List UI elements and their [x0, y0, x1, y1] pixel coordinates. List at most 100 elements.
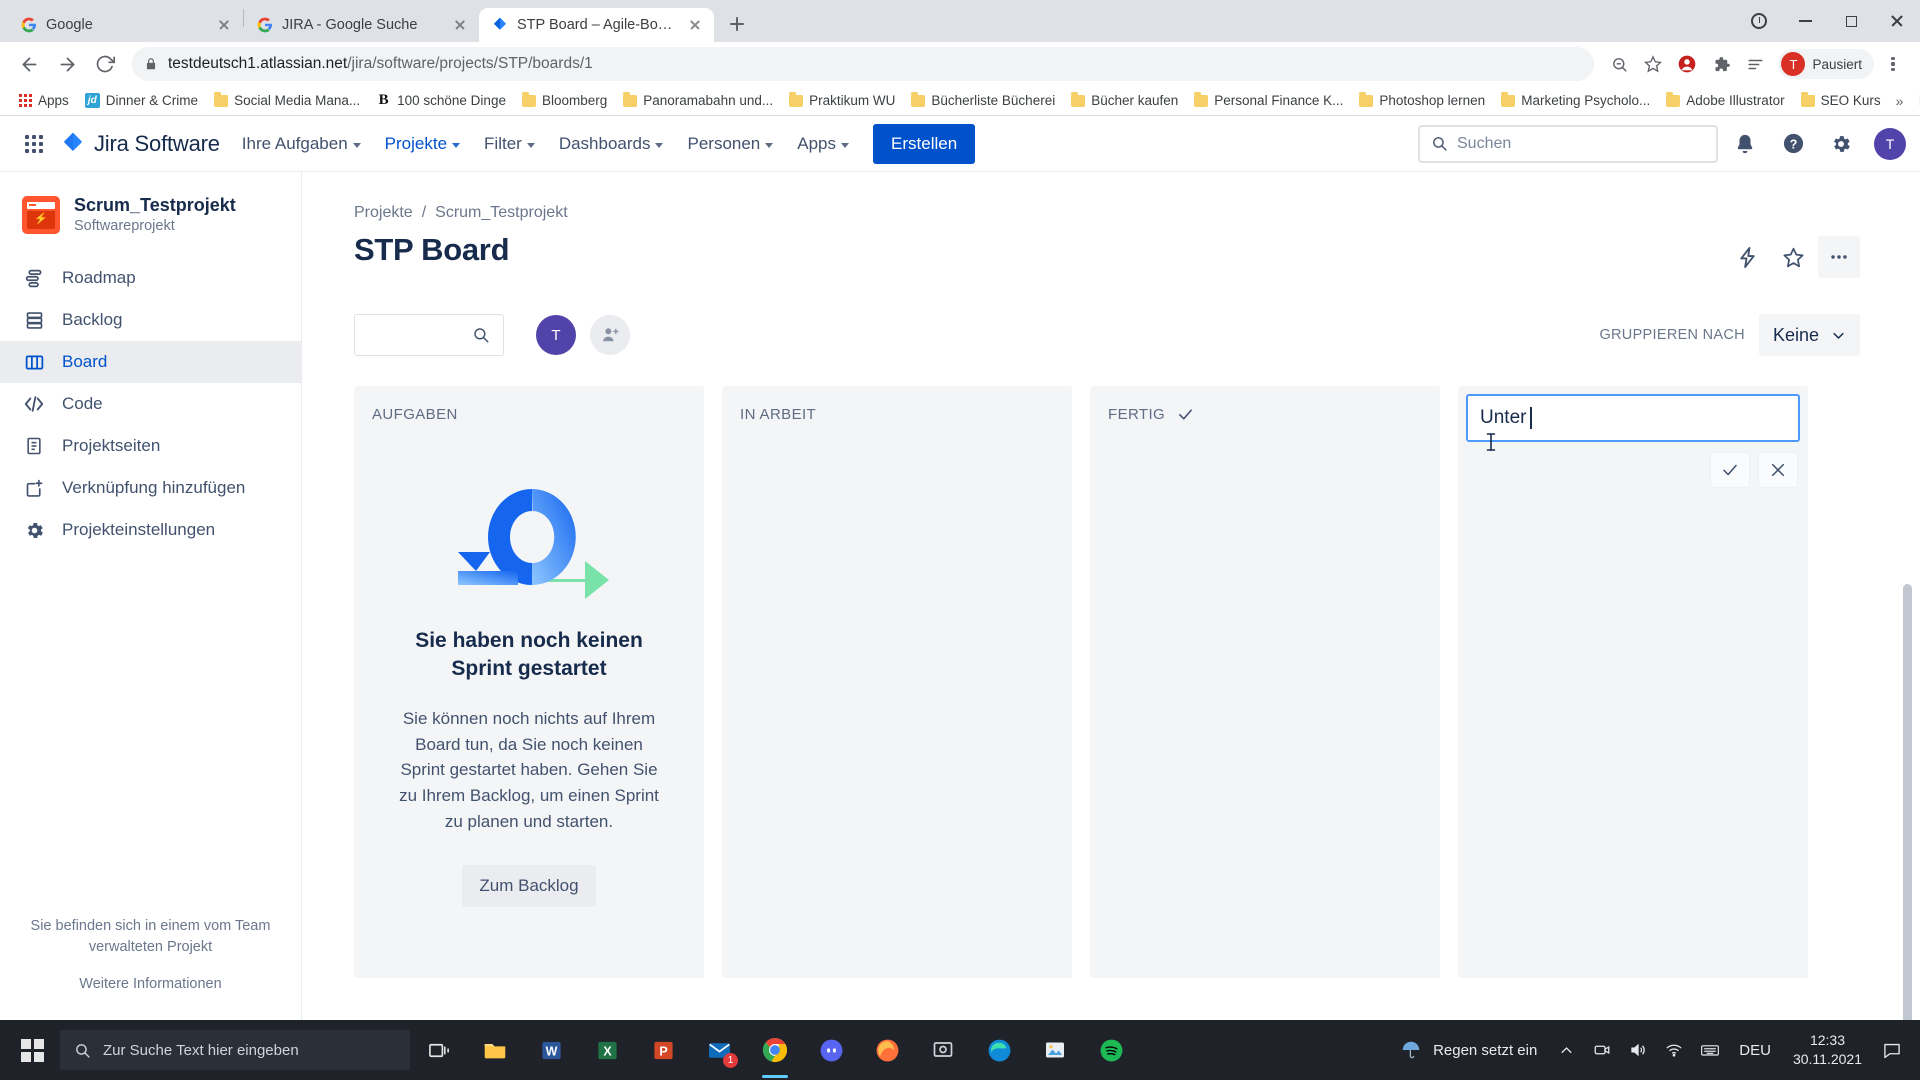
cancel-column-button[interactable]	[1758, 452, 1798, 488]
browser-profile-button[interactable]: T Pausiert	[1778, 49, 1874, 79]
app-switcher-button[interactable]	[14, 124, 54, 164]
show-hidden-icons-chevron[interactable]	[1549, 1020, 1583, 1080]
zum-backlog-button[interactable]: Zum Backlog	[462, 864, 596, 907]
excel-icon[interactable]: X	[580, 1020, 634, 1080]
bookmark-item[interactable]: Photoshop lernen	[1352, 89, 1492, 112]
word-icon[interactable]: W	[524, 1020, 578, 1080]
bookmark-apps[interactable]: Apps	[12, 89, 76, 112]
help-circle-icon[interactable]: ?	[1772, 123, 1814, 165]
bookmark-item[interactable]: SEO Kurs	[1794, 89, 1888, 112]
minimize-button[interactable]	[1782, 0, 1828, 42]
close-icon[interactable]	[686, 16, 704, 34]
gear-icon[interactable]	[1820, 123, 1862, 165]
user-avatar[interactable]: T	[1874, 127, 1906, 160]
close-window-button[interactable]	[1874, 0, 1920, 42]
breadcrumb-project[interactable]: Scrum_Testprojekt	[435, 204, 568, 222]
vertical-scrollbar[interactable]	[1903, 584, 1912, 1020]
taskbar-search-input[interactable]: Zur Suche Text hier eingeben	[60, 1030, 410, 1070]
sync-list-icon[interactable]	[1740, 49, 1770, 79]
bookmarks-overflow-button[interactable]: »	[1890, 90, 1910, 112]
new-column-name-input[interactable]: Unter	[1466, 394, 1800, 442]
sidebar-item-board[interactable]: Board	[0, 341, 301, 384]
add-people-icon[interactable]	[590, 315, 630, 355]
reload-button[interactable]	[88, 47, 122, 81]
notification-center-button[interactable]	[1874, 1020, 1910, 1080]
spotify-icon[interactable]	[1084, 1020, 1138, 1080]
bookmark-item[interactable]: Personal Finance K...	[1187, 89, 1350, 112]
wifi-icon[interactable]	[1657, 1020, 1691, 1080]
snipping-tool-icon[interactable]	[916, 1020, 970, 1080]
bookmark-item[interactable]: jd Dinner & Crime	[78, 89, 205, 112]
lightning-bolt-icon[interactable]	[1726, 236, 1768, 278]
chrome-icon[interactable]	[748, 1020, 802, 1080]
close-icon[interactable]	[451, 16, 469, 34]
board-search-input[interactable]	[354, 314, 504, 356]
sidebar-footer-link[interactable]: Weitere Informationen	[26, 976, 275, 992]
photos-icon[interactable]	[1028, 1020, 1082, 1080]
task-view-icon[interactable]	[412, 1020, 466, 1080]
start-button[interactable]	[6, 1020, 58, 1080]
sidebar-item-roadmap[interactable]: Roadmap	[0, 257, 301, 299]
sidebar-item-code[interactable]: Code	[0, 383, 301, 425]
bookmark-item[interactable]: Bücherliste Bücherei	[904, 89, 1062, 112]
powerpoint-icon[interactable]: P	[636, 1020, 690, 1080]
sidebar-item-projekteinstellungen[interactable]: Projekteinstellungen	[0, 509, 301, 551]
keyboard-icon[interactable]	[1693, 1020, 1727, 1080]
browser-tab-active[interactable]: STP Board – Agile-Board - Jira	[479, 8, 714, 42]
weather-widget[interactable]: Regen setzt ein	[1390, 1039, 1547, 1061]
clock[interactable]: 12:33 30.11.2021	[1783, 1031, 1872, 1069]
bookmark-item[interactable]: Bücher kaufen	[1064, 89, 1185, 112]
zoom-search-icon[interactable]	[1604, 49, 1634, 79]
bookmark-item[interactable]: Social Media Mana...	[207, 89, 367, 112]
project-header[interactable]: ⚡ Scrum_Testprojekt Softwareprojekt	[0, 194, 301, 235]
reading-list-button[interactable]: Leseliste	[1911, 89, 1920, 112]
sidebar-item-projektseiten[interactable]: Projektseiten	[0, 425, 301, 467]
extension-avatar-icon[interactable]	[1672, 49, 1702, 79]
discord-icon[interactable]	[804, 1020, 858, 1080]
nav-item-dashboards[interactable]: Dashboards	[547, 124, 676, 164]
browser-menu-button[interactable]	[1878, 49, 1908, 79]
browser-tab[interactable]: Google	[8, 8, 243, 42]
nav-item-ihre-aufgaben[interactable]: Ihre Aufgaben	[230, 124, 373, 164]
nav-item-projekte[interactable]: Projekte	[373, 124, 472, 164]
file-explorer-icon[interactable]	[468, 1020, 522, 1080]
group-by-select[interactable]: Keine	[1758, 314, 1860, 356]
pause-recording-icon[interactable]	[1736, 0, 1782, 42]
browser-tab[interactable]: JIRA - Google Suche	[244, 8, 479, 42]
board-column[interactable]: FERTIG	[1090, 386, 1440, 978]
bookmark-item[interactable]: Praktikum WU	[782, 89, 902, 112]
outlook-icon[interactable]: 1	[692, 1020, 746, 1080]
back-button[interactable]	[12, 47, 46, 81]
avatar[interactable]: T	[536, 315, 576, 355]
volume-icon[interactable]	[1621, 1020, 1655, 1080]
board-column[interactable]: IN ARBEIT	[722, 386, 1072, 978]
sidebar-item-backlog[interactable]: Backlog	[0, 299, 301, 341]
bookmark-item[interactable]: Adobe Illustrator	[1659, 89, 1791, 112]
url-bar[interactable]: testdeutsch1.atlassian.net/jira/software…	[132, 47, 1595, 81]
nav-item-filter[interactable]: Filter	[472, 124, 547, 164]
notification-bell-icon[interactable]	[1724, 123, 1766, 165]
edge-icon[interactable]	[972, 1020, 1026, 1080]
extensions-puzzle-icon[interactable]	[1706, 49, 1736, 79]
confirm-column-button[interactable]	[1710, 452, 1750, 488]
bookmark-item[interactable]: Panoramabahn und...	[616, 89, 780, 112]
nav-item-apps[interactable]: Apps	[785, 124, 861, 164]
firefox-icon[interactable]	[860, 1020, 914, 1080]
nav-item-personen[interactable]: Personen	[675, 124, 785, 164]
bookmark-star-icon[interactable]	[1638, 49, 1668, 79]
create-button[interactable]: Erstellen	[873, 123, 976, 164]
bookmark-item[interactable]: B 100 schöne Dinge	[369, 88, 513, 113]
jira-logo[interactable]: Jira Software	[54, 131, 230, 157]
forward-button[interactable]	[50, 47, 84, 81]
sidebar-item-verknuepfung-hinzufuegen[interactable]: Verknüpfung hinzufügen	[0, 467, 301, 509]
more-options-icon[interactable]	[1818, 236, 1860, 278]
star-icon[interactable]	[1772, 236, 1814, 278]
breadcrumb-projekte[interactable]: Projekte	[354, 204, 413, 222]
board-column[interactable]: AUFGABEN Sie haben noch keinen Sprint ge…	[354, 386, 704, 978]
bookmark-item[interactable]: Marketing Psycholo...	[1494, 89, 1657, 112]
maximize-button[interactable]	[1828, 0, 1874, 42]
bookmark-item[interactable]: Bloomberg	[515, 89, 614, 112]
global-search-input[interactable]: Suchen	[1418, 124, 1718, 163]
scrollbar-thumb[interactable]	[1903, 584, 1912, 1020]
close-icon[interactable]	[215, 16, 233, 34]
